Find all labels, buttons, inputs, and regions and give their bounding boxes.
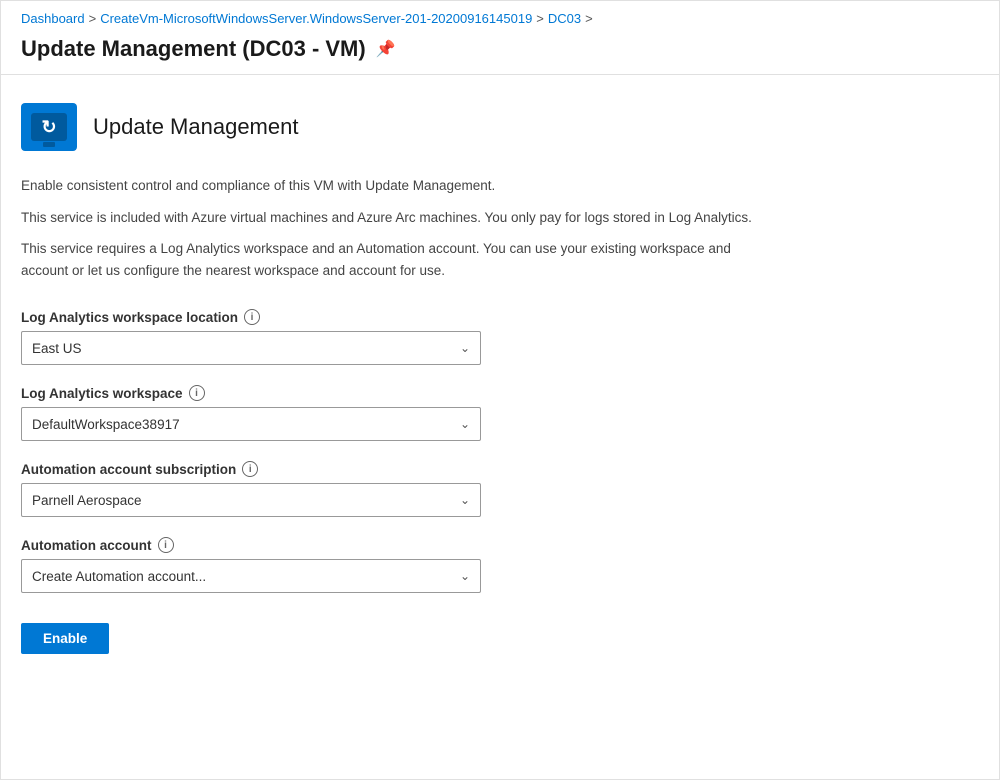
pin-icon[interactable]: 📌	[376, 39, 396, 59]
refresh-icon: ↻	[41, 117, 56, 138]
dropdown-value-subscription: Parnell Aerospace	[32, 493, 142, 508]
field-subscription: Automation account subscription i Parnel…	[21, 461, 521, 517]
label-text-workspace-location: Log Analytics workspace location	[21, 310, 238, 325]
dropdown-value-automation-account: Create Automation account...	[32, 569, 206, 584]
page-title: Update Management (DC03 - VM)	[21, 36, 366, 62]
breadcrumb-dc03[interactable]: DC03	[548, 11, 581, 26]
field-workspace: Log Analytics workspace i DefaultWorkspa…	[21, 385, 521, 441]
label-text-automation-account: Automation account	[21, 538, 152, 553]
info-icon-workspace-location[interactable]: i	[244, 309, 260, 325]
page-wrapper: Dashboard > CreateVm-MicrosoftWindowsSer…	[0, 0, 1000, 780]
info-icon-automation-account[interactable]: i	[158, 537, 174, 553]
dropdown-value-workspace: DefaultWorkspace38917	[32, 417, 180, 432]
breadcrumb-createvm[interactable]: CreateVm-MicrosoftWindowsServer.WindowsS…	[100, 11, 532, 26]
description-1: Enable consistent control and compliance…	[21, 175, 781, 197]
field-label-workspace-location: Log Analytics workspace location i	[21, 309, 521, 325]
dropdown-subscription[interactable]: Parnell Aerospace ⌄	[21, 483, 481, 517]
chevron-down-icon-automation-account: ⌄	[460, 569, 470, 583]
chevron-down-icon-subscription: ⌄	[460, 493, 470, 507]
breadcrumb-sep-1: >	[89, 11, 97, 26]
chevron-down-icon-workspace-location: ⌄	[460, 341, 470, 355]
form-section: Log Analytics workspace location i East …	[21, 309, 521, 593]
field-automation-account: Automation account i Create Automation a…	[21, 537, 521, 593]
label-text-subscription: Automation account subscription	[21, 462, 236, 477]
info-icon-subscription[interactable]: i	[242, 461, 258, 477]
service-icon: ↻	[21, 103, 77, 151]
monitor-screen: ↻	[31, 113, 67, 141]
breadcrumb-sep-3: >	[585, 11, 593, 26]
page-header: Update Management (DC03 - VM) 📌	[1, 32, 999, 75]
description-3: This service requires a Log Analytics wo…	[21, 238, 781, 281]
enable-button[interactable]: Enable	[21, 623, 109, 654]
service-name: Update Management	[93, 114, 298, 140]
breadcrumb-dashboard[interactable]: Dashboard	[21, 11, 85, 26]
label-text-workspace: Log Analytics workspace	[21, 386, 183, 401]
service-header: ↻ Update Management	[21, 103, 979, 151]
info-icon-workspace[interactable]: i	[189, 385, 205, 401]
description-block: Enable consistent control and compliance…	[21, 175, 781, 281]
dropdown-workspace[interactable]: DefaultWorkspace38917 ⌄	[21, 407, 481, 441]
dropdown-automation-account[interactable]: Create Automation account... ⌄	[21, 559, 481, 593]
content-area: ↻ Update Management Enable consistent co…	[1, 75, 999, 694]
description-2: This service is included with Azure virt…	[21, 207, 781, 229]
chevron-down-icon-workspace: ⌄	[460, 417, 470, 431]
field-label-automation-account: Automation account i	[21, 537, 521, 553]
breadcrumb-sep-2: >	[536, 11, 544, 26]
dropdown-workspace-location[interactable]: East US ⌄	[21, 331, 481, 365]
field-label-workspace: Log Analytics workspace i	[21, 385, 521, 401]
field-workspace-location: Log Analytics workspace location i East …	[21, 309, 521, 365]
breadcrumb: Dashboard > CreateVm-MicrosoftWindowsSer…	[1, 1, 999, 32]
field-label-subscription: Automation account subscription i	[21, 461, 521, 477]
dropdown-value-workspace-location: East US	[32, 341, 82, 356]
